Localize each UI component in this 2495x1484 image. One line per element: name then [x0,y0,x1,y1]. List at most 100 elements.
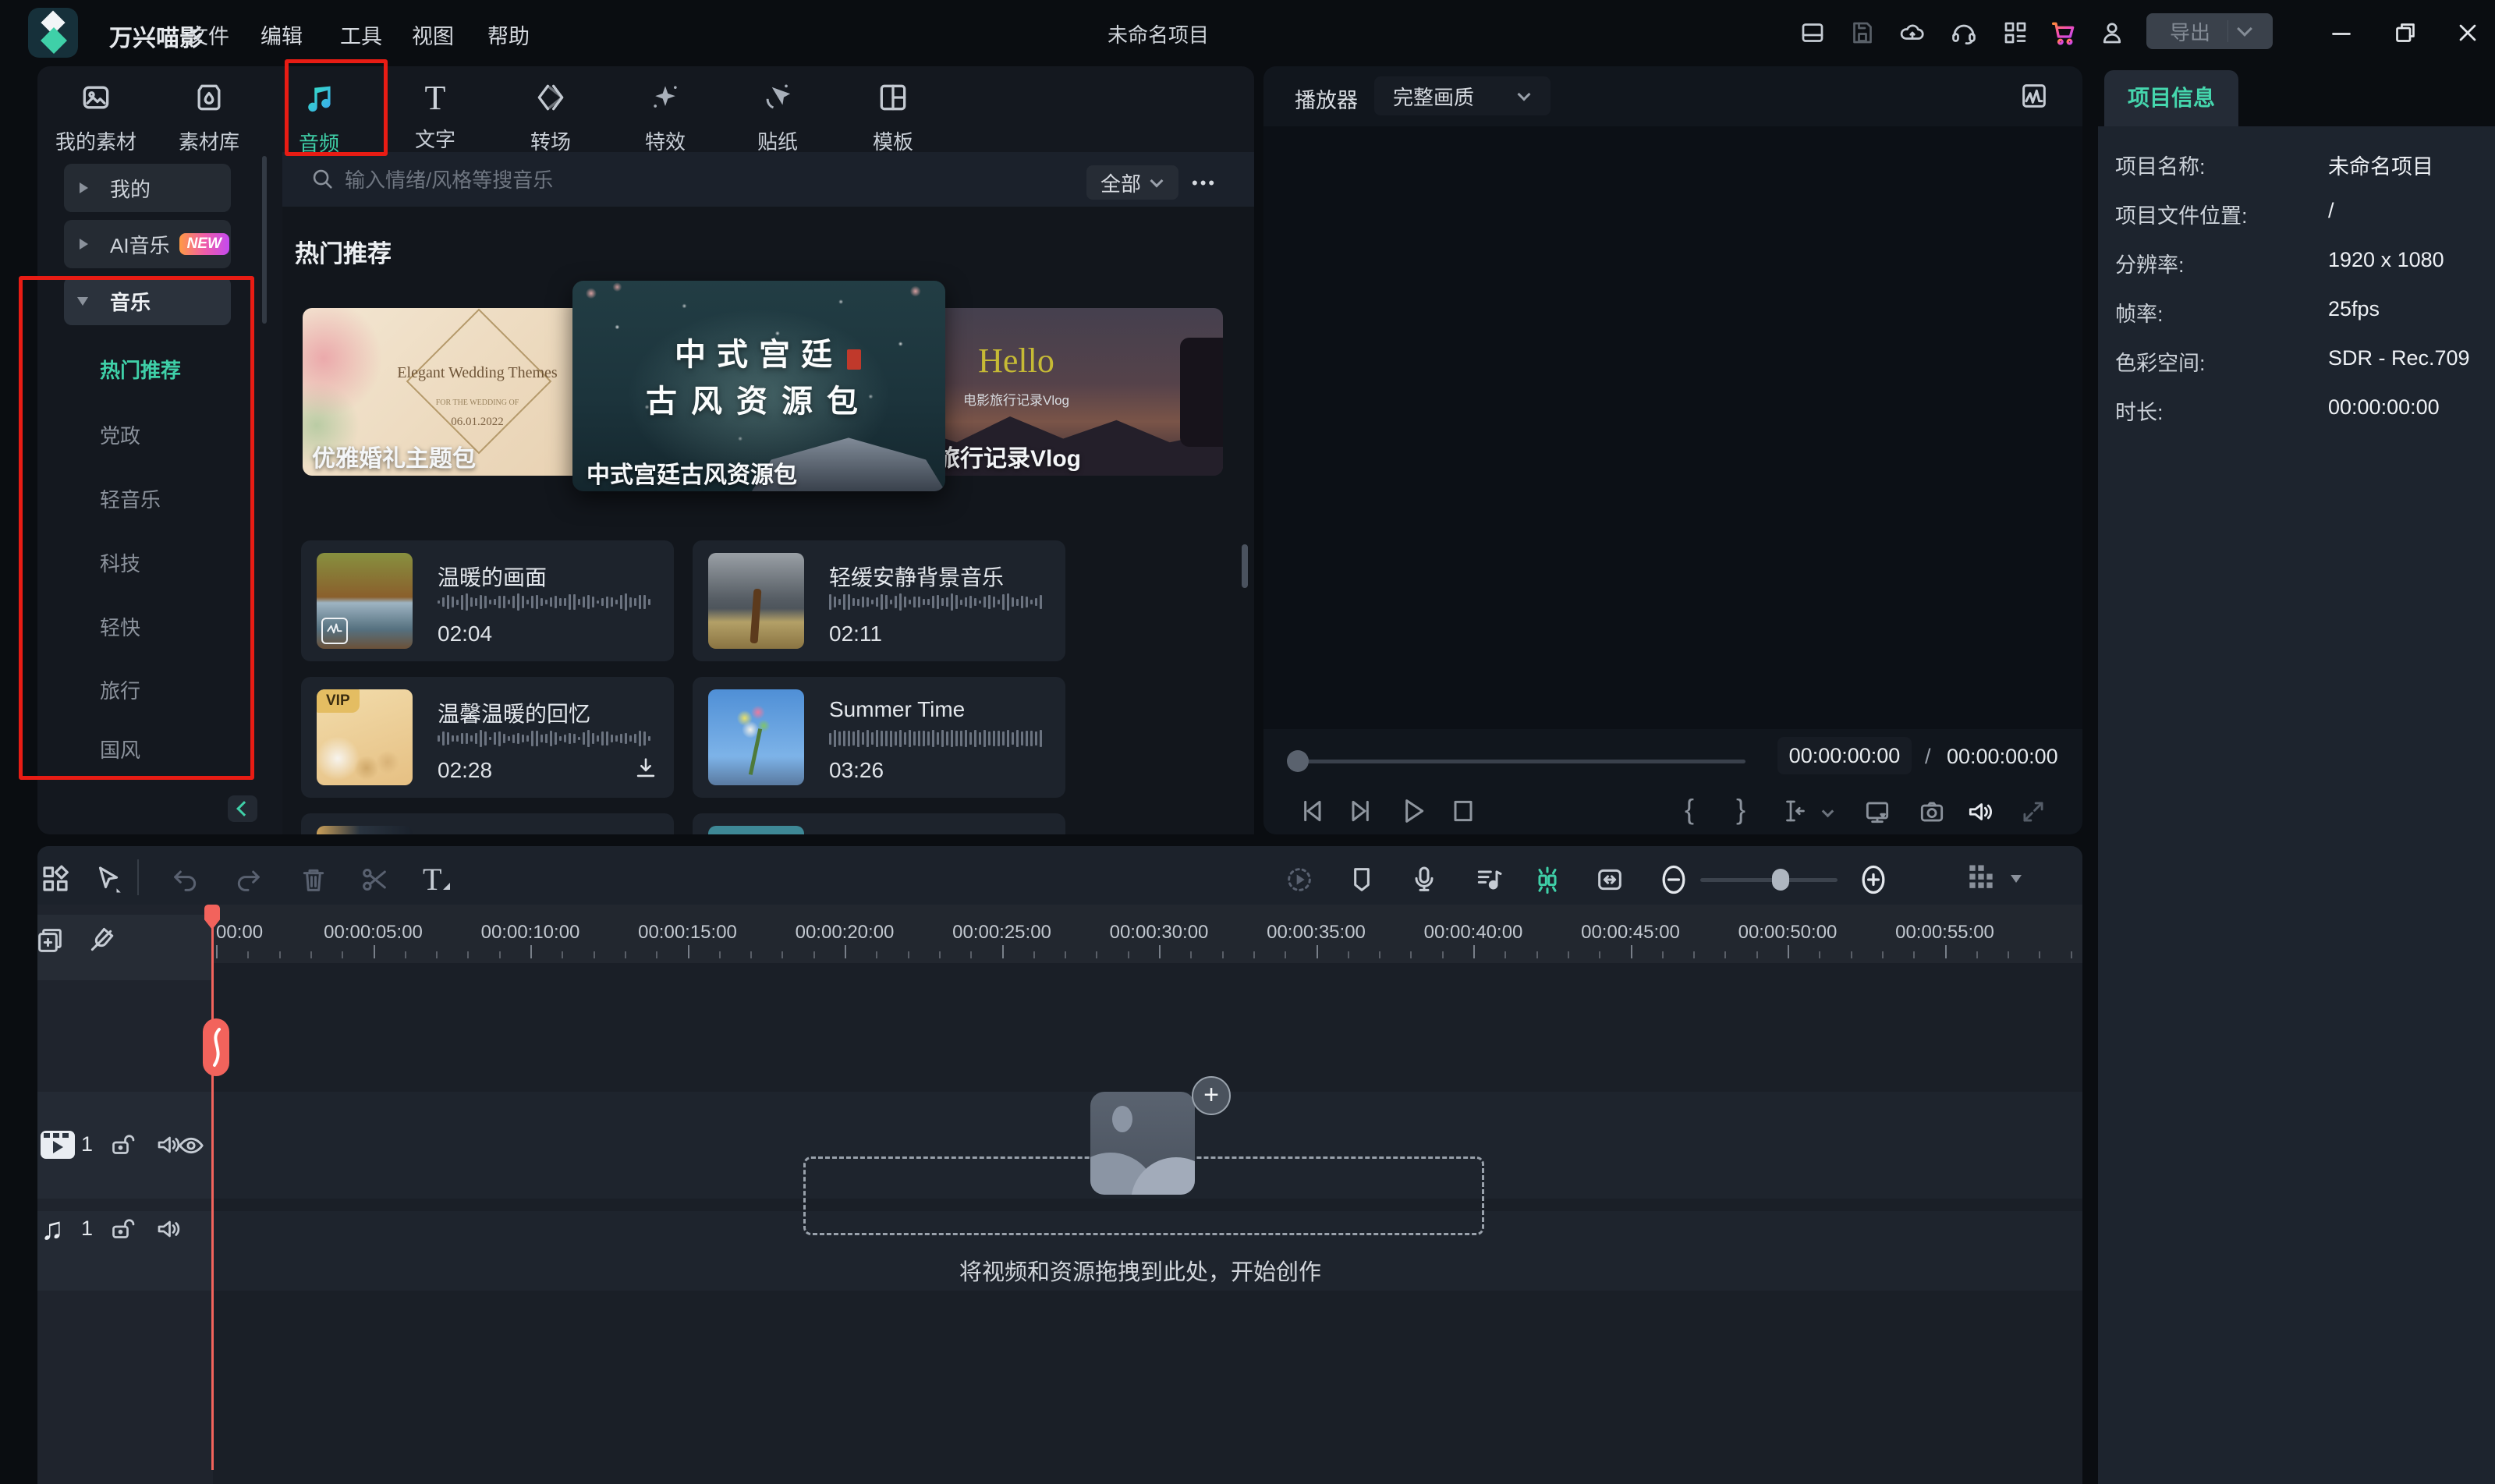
audio-lock-icon[interactable] [108,1215,136,1243]
more-button[interactable]: ••• [1192,173,1217,193]
filter-dropdown[interactable]: 全部 [1086,165,1178,200]
tab-my-media[interactable]: 我的素材 [53,80,139,155]
menu-view[interactable]: 视图 [412,19,454,50]
seek-slider[interactable] [1293,760,1745,763]
flower-stem [749,728,762,775]
export-chevron-icon[interactable] [2237,21,2252,37]
next-frame-icon[interactable] [1345,795,1377,827]
add-clip-icon[interactable] [34,925,66,956]
ruler-tick [1222,951,1224,958]
menu-tools[interactable]: 工具 [340,19,382,50]
zoom-out-icon[interactable] [1657,862,1691,897]
prev-frame-icon[interactable] [1296,795,1327,827]
fullscreen-icon[interactable] [2018,797,2048,827]
ruler-tick [1410,951,1412,958]
media-grid-tool-icon[interactable] [39,862,72,895]
project-info-tab[interactable]: 项目信息 [2104,70,2238,126]
undo-icon[interactable] [170,864,201,895]
sidebar-group-label: 我的 [110,174,151,203]
carousel-card-palace[interactable]: 中式宫廷 古风资源包 中式宫廷古风资源包 [572,281,945,491]
info-value: SDR - Rec.709 [2328,346,2470,370]
track-manager-icon[interactable] [1964,861,1998,895]
sidebar-group-ai-music[interactable]: AI音乐 NEW [64,220,231,268]
sidebar-scrollbar[interactable] [262,156,267,324]
music-thumbnail [708,689,804,785]
speaker-icon[interactable] [1965,797,1995,827]
music-card-partial[interactable] [301,813,674,834]
music-card[interactable]: VIP 温馨温暖的回忆 02:28 [301,677,674,798]
track-manager-caret-icon[interactable] [2011,875,2022,883]
music-card[interactable]: 轻缓安静背景音乐 02:11 [693,540,1065,661]
cloud-sync-icon[interactable] [1898,19,1926,47]
search-input[interactable] [343,166,830,194]
tab-effects[interactable]: 特效 [629,80,701,155]
headset-icon[interactable] [1950,19,1978,47]
add-media-plus-icon[interactable]: + [1192,1076,1231,1115]
stop-icon[interactable] [1448,795,1479,827]
close-icon[interactable] [2454,19,2482,47]
music-card[interactable]: 温暖的画面 02:04 [301,540,674,661]
music-card[interactable]: Summer Time 03:26 [693,677,1065,798]
minimize-icon[interactable] [2327,19,2355,47]
select-tool-icon[interactable] [92,862,125,895]
render-preview-icon[interactable] [1284,864,1315,895]
current-timecode[interactable]: 00:00:00:00 [1777,737,1912,774]
panel-layout-icon[interactable] [1799,19,1827,47]
video-hide-icon[interactable] [176,1131,206,1160]
audio-mixer-icon[interactable] [1473,864,1504,895]
export-button[interactable]: 导出 [2146,13,2273,49]
auto-ripple-icon[interactable] [1594,864,1625,895]
monitor-icon[interactable] [1862,797,1892,827]
playhead-line[interactable] [211,905,214,1470]
play-icon[interactable] [1398,795,1429,827]
sidebar-group-my[interactable]: 我的 [64,164,231,212]
ruler-label: 00:00:10:00 [481,922,580,944]
cart-icon[interactable] [2048,17,2079,48]
playhead-handle[interactable] [203,1018,229,1076]
seek-handle[interactable] [1287,750,1309,772]
timeline-zoom-handle[interactable] [1772,869,1789,891]
download-icon[interactable] [633,755,659,781]
mark-in-icon[interactable]: { [1685,793,1694,826]
snapshot-camera-icon[interactable] [1917,797,1947,827]
smart-cut-icon[interactable] [1532,864,1563,895]
tab-text[interactable]: T 文字 [400,80,470,153]
video-track-number: 1 [81,1132,93,1156]
music-list-scrollbar[interactable] [1242,544,1248,588]
record-voiceover-icon[interactable] [1409,864,1440,895]
menu-file[interactable]: 文件 [187,19,229,50]
palace-title-line2: 古风资源包 [572,376,945,421]
tab-stickers[interactable]: 贴纸 [742,80,813,155]
delete-icon[interactable] [298,864,329,895]
tab-label: 我的素材 [53,126,139,155]
annotation-box-music-sidebar [19,276,254,780]
text-tool-icon[interactable]: T [423,861,450,898]
marker-icon[interactable] [1346,864,1377,895]
split-scissors-icon[interactable] [359,864,390,895]
tab-transitions[interactable]: 转场 [515,80,587,155]
magnet-snap-icon[interactable] [86,925,117,956]
tab-library[interactable]: 素材库 [170,80,248,155]
trim-marker-icon[interactable] [1781,797,1809,825]
wedding-inner-date: 06.01.2022 [384,416,571,429]
mark-out-icon[interactable]: } [1736,793,1745,826]
scopes-icon[interactable] [2018,80,2050,112]
timeline-ruler[interactable]: 00:0000:00:05:0000:00:10:0000:00:15:0000… [216,905,2075,963]
trim-chevron-icon[interactable] [1823,806,1832,820]
video-lock-icon[interactable] [108,1131,136,1159]
apps-grid-icon[interactable] [2001,19,2029,47]
zoom-in-icon[interactable] [1856,862,1891,897]
quality-dropdown[interactable]: 完整画质 [1374,76,1551,115]
restore-icon[interactable] [2391,19,2419,47]
tab-templates[interactable]: 模板 [857,80,929,155]
music-card-partial[interactable] [693,813,1065,834]
ruler-tick [436,951,438,958]
audio-mute-icon[interactable] [154,1215,183,1243]
redo-icon[interactable] [232,864,264,895]
menu-help[interactable]: 帮助 [487,19,530,50]
user-icon[interactable] [2098,19,2126,47]
menu-edit[interactable]: 编辑 [260,19,303,50]
timeline-zoom-slider[interactable] [1700,878,1838,882]
save-icon[interactable] [1848,19,1877,47]
sidebar-collapse-button[interactable] [228,795,257,822]
